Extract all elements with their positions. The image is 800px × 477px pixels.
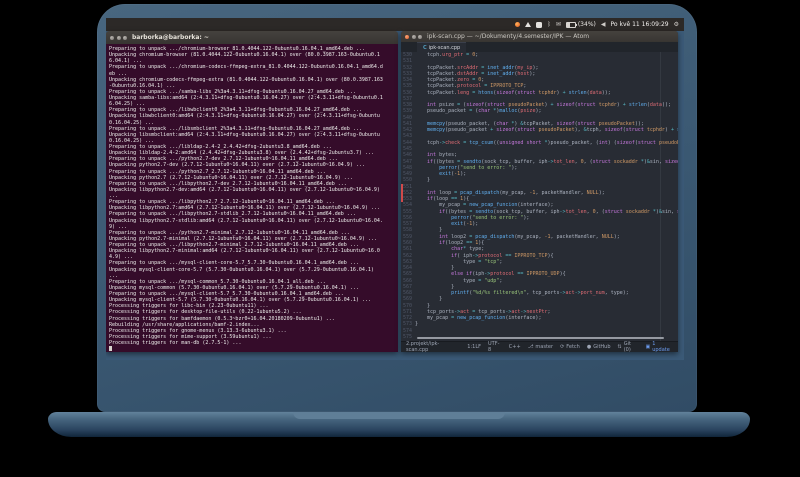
git-panel-button[interactable]: ⇅ Git (0) [618,341,639,353]
terminal-line: Unpacking libpython2.7-stdlib:amd64 (2.7… [109,217,383,230]
code-text: printf("%d/%s filtered\n", tcp_ports->ac… [451,290,629,297]
code-text: } [415,321,419,328]
laptop-base [48,412,750,437]
laptop-mockup: ᛒ ✉ (34%) ◀ Po kvě 11 16:09:29 ⚙ barbork… [0,0,800,477]
terminal-line: Unpacking libpython2.7-minimal:amd64 (2.… [109,248,380,261]
terminal-line: Preparing to unpack .../libpython2.7-dev… [109,180,347,187]
terminal-line: Preparing to unpack .../libsmbclient_2%3… [109,125,362,132]
terminal-titlebar[interactable]: barborka@barborka: ~ [106,31,398,44]
status-git-branch[interactable]: ⎇ master [528,344,553,350]
fetch-button[interactable]: ⟳ Fetch [560,344,580,350]
terminal-minimize-button[interactable] [116,35,121,40]
wrap-guide [660,52,661,341]
terminal-output[interactable]: Preparing to unpack .../chromium-browser… [106,44,398,352]
horizontal-scrollbar[interactable] [417,337,664,339]
code-text: tcpPacket.leng = htons(sizeof(struct tcp… [415,89,611,96]
terminal-line: Preparing to unpack .../chromium-codecs-… [109,64,383,77]
package-icon: ▣ [645,344,651,350]
terminal-cursor [109,346,112,352]
code-text: memcpy(pseudo_packet + sizeof(struct pse… [427,127,678,134]
github-icon: ● [586,344,592,350]
terminal-line: Preparing to unpack .../mysql-client-cor… [109,260,359,267]
battery-label: (34%) [577,21,596,28]
status-file-path[interactable]: 2.projekt/ipk-scan.cpp [406,341,460,353]
tab-bar: C ipk-scan.cpp [401,42,678,52]
terminal-line: Unpacking libwbclient0:amd64 (2:4.3.11+d… [109,113,380,126]
laptop-lid: ᛒ ✉ (34%) ◀ Po kvě 11 16:09:29 ⚙ barbork… [97,4,697,412]
sync-icon: ⟳ [560,344,565,350]
terminal-close-button[interactable] [110,35,114,40]
terminal-line: Unpacking python2.7 (2.7.12-1ubuntu0~16.… [109,174,353,181]
system-tray: ᛒ ✉ (34%) ◀ Po kvě 11 16:09:29 ⚙ [515,21,679,28]
code-text: } [415,177,431,184]
terminal-line: Unpacking samba-libs:amd64 (2:4.3.11+dfs… [109,95,383,108]
status-line-ending[interactable]: LF [475,344,481,350]
terminal-line: Unpacking libsmbclient:amd64 (2:4.3.11+d… [109,131,380,144]
app-indicator-icon[interactable] [515,22,521,27]
atom-window: ipk-scan.cpp — ~/Dokumenty/4.semester/IP… [401,31,678,353]
terminal-line: Unpacking chromium-codecs-ffmpeg-extra (… [109,76,383,89]
atom-minimize-button[interactable] [411,34,416,39]
clock-label[interactable]: Po kvě 11 16:09:29 [611,21,669,28]
atom-titlebar[interactable]: ipk-scan.cpp — ~/Dokumenty/4.semester/IP… [401,31,678,42]
code-text: tcph->check = tcp_csum((unsigned short *… [415,139,678,146]
tab-ipk-scan[interactable]: C ipk-scan.cpp [417,42,467,52]
terminal-line: Unpacking libpython2.7-dev:amd64 (2.7.12… [109,186,383,199]
terminal-text: Preparing to unpack .../chromium-browser… [109,46,383,352]
terminal-line: Preparing to unpack .../libpython2.7-std… [109,211,356,218]
unity-top-panel: ᛒ ✉ (34%) ◀ Po kvě 11 16:09:29 ⚙ [106,18,684,31]
atom-window-title: ipk-scan.cpp — ~/Dokumenty/4.semester/IP… [427,33,590,40]
terminal-line: Unpacking mysql-client-core-5.7 (5.7.30-… [109,266,377,279]
code-text: pseudo_packet = (char *)malloc(psize); [415,108,542,115]
terminal-line: Unpacking chromium-browser (81.0.4044.12… [109,52,380,65]
terminal-line: Processing triggers for man-db (2.7.5-1)… [109,340,242,346]
terminal-title: barborka@barborka: ~ [132,34,209,41]
laptop-screen: ᛒ ✉ (34%) ◀ Po kvě 11 16:09:29 ⚙ barbork… [106,18,684,360]
line-number: 575 [402,333,412,340]
editor-pane[interactable]: 530 tcph.urg_ptr = 0; 531 532 tcpPacket.sr… [401,52,678,341]
terminal-line: Unpacking python2.7-dev (2.7.12-1ubuntu0… [109,162,365,169]
terminal-maximize-button[interactable] [123,35,127,40]
laptop-base-notch [293,412,505,419]
bluetooth-icon[interactable]: ᛒ [547,21,551,28]
atom-close-button[interactable] [405,34,409,39]
github-button[interactable]: ● GitHub [587,344,611,350]
update-badge[interactable]: ▣ 1 update [645,341,673,353]
status-grammar[interactable]: C++ [509,344,521,350]
status-cursor-position[interactable]: 1:1 [467,344,475,350]
branch-icon: ⎇ [527,344,534,350]
wifi-icon[interactable] [525,22,532,27]
status-encoding[interactable]: UTF-8 [488,341,502,353]
volume-icon[interactable]: ◀ [601,21,606,28]
code-text: my_pcap = new_pcap_funcion(interface); [415,315,542,322]
session-gear-icon[interactable]: ⚙ [674,21,679,28]
status-bar: 2.projekt/ipk-scan.cpp 1:1 LF UTF-8 C++ … [401,341,678,353]
git-icon: ⇅ [617,344,622,350]
code-text: tcph.urg_ptr = 0; [415,52,479,58]
battery-icon [565,21,577,28]
c-file-icon: C [423,44,427,51]
atom-maximize-button[interactable] [418,34,422,39]
battery-indicator[interactable]: (34%) [565,21,596,28]
code-line: 544 tcph->check = tcp_csum((unsigned sho… [401,140,678,146]
tab-label: ipk-scan.cpp [428,44,461,51]
mail-icon[interactable]: ✉ [556,21,561,28]
code-line: 542 memcpy(pseudo_packet + sizeof(struct… [401,127,678,133]
keyboard-layout-icon[interactable] [536,21,543,28]
terminal-line: Preparing to unpack .../python2.7-minima… [109,229,350,236]
terminal-window: barborka@barborka: ~ Preparing to unpack… [106,31,398,352]
